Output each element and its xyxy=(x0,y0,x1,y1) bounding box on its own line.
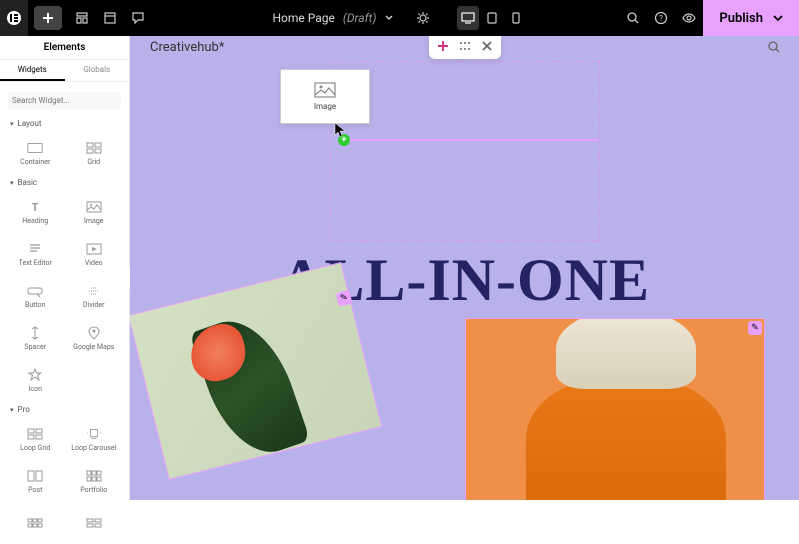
drag-section-icon[interactable] xyxy=(454,36,476,56)
section-basic[interactable]: ▾Basic xyxy=(0,174,129,191)
widget-container[interactable]: Container xyxy=(6,132,65,174)
widget-google-maps[interactable]: Google Maps xyxy=(65,317,124,359)
gallery-icon xyxy=(27,516,43,530)
video-icon xyxy=(86,242,102,256)
widget-gallery-1[interactable] xyxy=(6,502,65,544)
edit-handle-icon[interactable]: ✎ xyxy=(748,321,762,335)
add-section-icon[interactable] xyxy=(432,36,454,56)
settings-panel-icon[interactable] xyxy=(96,0,124,36)
finder-search-icon[interactable] xyxy=(619,0,647,36)
portfolio-icon xyxy=(86,469,102,483)
text-editor-icon xyxy=(27,242,43,256)
widget-portfolio[interactable]: Portfolio xyxy=(65,460,124,502)
page-settings-icon[interactable] xyxy=(409,0,437,36)
empty-container-dropzone[interactable] xyxy=(330,61,600,241)
elementor-logo[interactable] xyxy=(0,0,28,36)
device-switcher xyxy=(457,6,527,30)
sidebar-search xyxy=(0,82,129,115)
section-toolbar xyxy=(429,36,501,59)
widget-video[interactable]: Video xyxy=(65,233,124,275)
image-widget-flower[interactable]: ✎ xyxy=(130,262,382,480)
editor-canvas[interactable]: Creativehub* Image + ALL-IN-ONE ✎ xyxy=(130,36,799,500)
star-icon xyxy=(27,368,43,382)
grid-icon xyxy=(86,141,102,155)
tablet-device-button[interactable] xyxy=(481,6,503,30)
sidebar-header: Elements xyxy=(0,36,129,60)
image-icon xyxy=(86,200,102,214)
drop-indicator-line xyxy=(340,139,598,141)
post-icon xyxy=(27,469,43,483)
dragging-image-widget[interactable]: Image xyxy=(280,69,370,124)
hair-shape xyxy=(556,319,696,389)
divider-icon xyxy=(86,284,102,298)
help-icon[interactable]: ? xyxy=(647,0,675,36)
section-pro[interactable]: ▾Pro xyxy=(0,401,129,418)
page-title[interactable]: Home Page xyxy=(273,11,335,25)
tab-globals[interactable]: Globals xyxy=(65,60,130,81)
person-image xyxy=(466,319,764,500)
close-section-icon[interactable] xyxy=(476,36,498,56)
svg-text:T: T xyxy=(32,201,39,213)
structure-icon[interactable] xyxy=(68,0,96,36)
image-widget-person[interactable]: ✎ xyxy=(465,318,765,500)
chevron-down-icon[interactable] xyxy=(385,14,393,22)
gallery-icon xyxy=(86,516,102,530)
tab-widgets[interactable]: Widgets xyxy=(0,60,65,81)
site-title: Creativehub* xyxy=(150,40,224,55)
cursor-pointer xyxy=(334,122,348,138)
widget-loop-carousel[interactable]: Loop Carousel xyxy=(65,418,124,460)
widget-loop-grid[interactable]: Loop Grid xyxy=(6,418,65,460)
section-layout[interactable]: ▾Layout xyxy=(0,115,129,132)
widget-text-editor[interactable]: Text Editor xyxy=(6,233,65,275)
map-icon xyxy=(86,326,102,340)
topbar-right: ? Publish xyxy=(619,0,799,36)
mobile-device-button[interactable] xyxy=(505,6,527,30)
publish-button[interactable]: Publish xyxy=(703,0,799,36)
widget-image[interactable]: Image xyxy=(65,191,124,233)
widget-heading[interactable]: T Heading xyxy=(6,191,65,233)
svg-text:?: ? xyxy=(660,14,664,23)
topbar-center: Home Page (Draft) xyxy=(273,0,527,36)
heading-icon: T xyxy=(27,200,43,214)
desktop-device-button[interactable] xyxy=(457,6,479,30)
sweater-shape xyxy=(526,379,726,500)
widget-button[interactable]: Button xyxy=(6,275,65,317)
chevron-down-icon[interactable] xyxy=(773,13,783,23)
loop-grid-icon xyxy=(27,427,43,441)
notes-icon[interactable] xyxy=(124,0,152,36)
canvas-search-icon[interactable] xyxy=(767,40,781,54)
widget-divider[interactable]: Divider xyxy=(65,275,124,317)
page-status: (Draft) xyxy=(343,11,377,25)
widget-post[interactable]: Post xyxy=(6,460,65,502)
search-widget-input[interactable] xyxy=(8,92,121,109)
sidebar-tabs: Widgets Globals xyxy=(0,60,129,82)
image-icon xyxy=(314,82,336,98)
widget-grid[interactable]: Grid xyxy=(65,132,124,174)
widget-spacer[interactable]: Spacer xyxy=(6,317,65,359)
elements-sidebar: Elements Widgets Globals ▾Layout Contain… xyxy=(0,36,130,500)
top-bar: Home Page (Draft) ? Publish xyxy=(0,0,799,36)
topbar-left xyxy=(0,0,152,36)
widget-gallery-2[interactable] xyxy=(65,502,124,544)
carousel-icon xyxy=(86,427,102,441)
widget-icon[interactable]: Icon xyxy=(6,359,65,401)
button-icon xyxy=(27,284,43,298)
spacer-icon xyxy=(27,326,43,340)
container-icon xyxy=(27,141,43,155)
preview-icon[interactable] xyxy=(675,0,703,36)
add-element-button[interactable] xyxy=(34,6,62,30)
